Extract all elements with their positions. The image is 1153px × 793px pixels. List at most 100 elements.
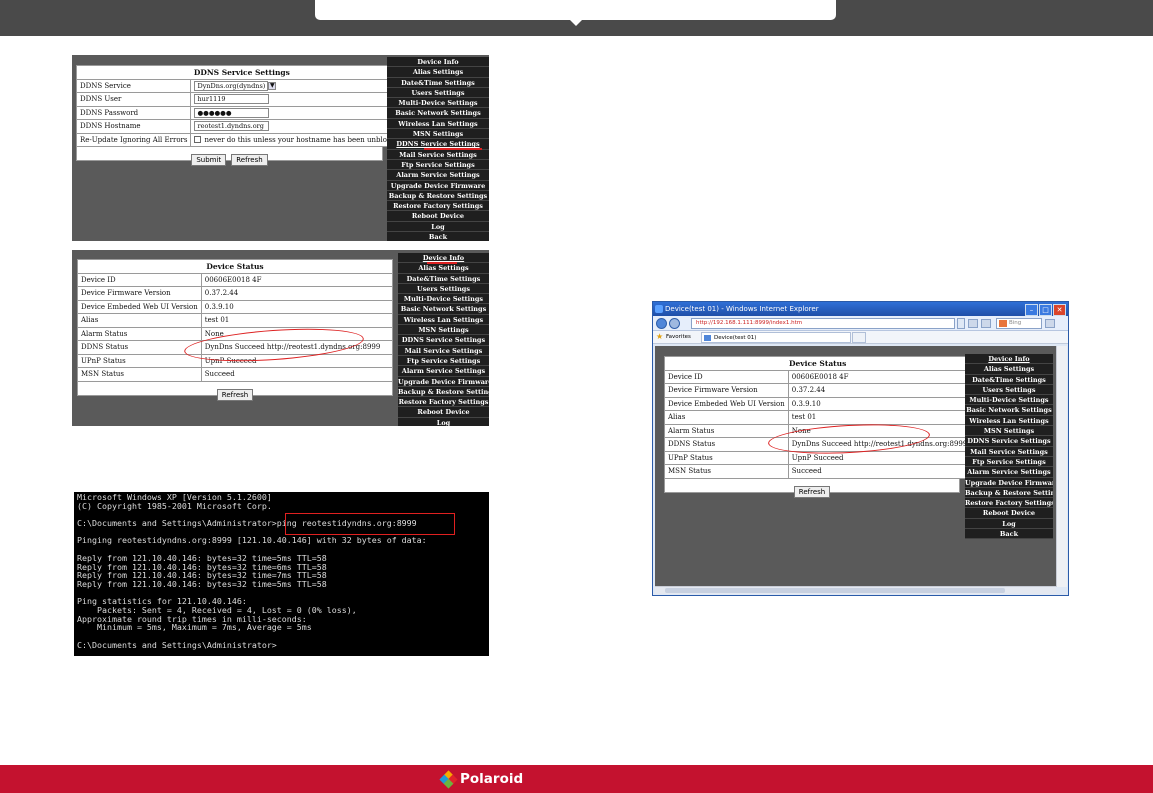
menu-item[interactable]: Upgrade Device Firmware	[398, 377, 489, 387]
menu-item[interactable]: Basic Network Settings	[398, 304, 489, 315]
menu-item[interactable]: Backup & Restore Settings	[387, 191, 489, 202]
menu-item[interactable]: Basic Network Settings	[387, 108, 489, 119]
browser-tab[interactable]: Device(test 01)	[701, 332, 851, 343]
status-value: 00606E0018 4F	[200, 272, 394, 287]
menu-item[interactable]: Mail Service Settings	[398, 346, 489, 356]
address-dropdown[interactable]	[957, 318, 965, 329]
menu-item[interactable]: Basic Network Settings	[965, 405, 1053, 416]
menu-item[interactable]: Upgrade Device Firmware	[387, 181, 489, 191]
menu-item[interactable]: Reboot Device	[398, 407, 489, 418]
menu-item[interactable]: Wireless Lan Settings	[965, 416, 1053, 427]
menu-item[interactable]: Users Settings	[398, 284, 489, 295]
menu-item[interactable]: Device Info	[387, 57, 489, 68]
refresh-icon[interactable]	[968, 319, 978, 328]
menu-item[interactable]: Restore Factory Settings	[398, 397, 489, 408]
vertical-scrollbar[interactable]	[1056, 346, 1067, 587]
menu-item[interactable]: Backup & Restore Settings	[398, 387, 489, 398]
menu-item[interactable]: Alarm Service Settings	[387, 170, 489, 181]
menu-item[interactable]: Upgrade Device Firmware	[965, 478, 1053, 488]
minimize-button[interactable]: –	[1025, 304, 1038, 316]
back-arrow-icon[interactable]	[656, 318, 667, 329]
menu-item[interactable]: Reboot Device	[387, 211, 489, 222]
menu-item[interactable]: Mail Service Settings	[965, 447, 1053, 457]
ddns-password-input[interactable]: ●●●●●●	[194, 107, 270, 118]
menu-item[interactable]: Wireless Lan Settings	[398, 315, 489, 326]
menu-item[interactable]: Alias Settings	[965, 364, 1053, 375]
menu-item[interactable]: DDNS Service Settings	[965, 436, 1053, 447]
top-header-tab	[315, 0, 836, 20]
menu-item[interactable]: MSN Settings	[965, 426, 1053, 437]
menu-item[interactable]: Multi-Device Settings	[398, 294, 489, 305]
menu-item[interactable]: Date&Time Settings	[387, 78, 489, 88]
menu-item[interactable]: MSN Settings	[387, 129, 489, 140]
scrollbar-thumb[interactable]	[665, 588, 1005, 593]
submit-button[interactable]: Submit	[191, 154, 227, 166]
menu-item[interactable]: MSN Settings	[398, 325, 489, 336]
menu-item[interactable]: Device Info	[965, 354, 1053, 365]
search-icon[interactable]	[1045, 319, 1055, 328]
ie-device-status-table: Device Status Device ID 00606E0018 4F Dev…	[663, 356, 972, 479]
menu-item[interactable]: DDNS Service Settings	[398, 335, 489, 346]
console-line: (C) Copyright 1985-2001 Microsoft Corp.	[77, 500, 272, 511]
menu-item[interactable]: Log	[398, 418, 489, 426]
menu-item[interactable]: Date&Time Settings	[965, 375, 1053, 385]
refresh-button[interactable]: Refresh	[231, 154, 268, 166]
maximize-button[interactable]: □	[1039, 304, 1052, 316]
address-input[interactable]: http://192.168.1.111:8999/index1.htm	[691, 318, 955, 329]
ddns-hostname-input[interactable]: reotest1.dyndns.org	[194, 121, 270, 132]
menu-item[interactable]: Wireless Lan Settings	[387, 119, 489, 130]
menu-item[interactable]: Alias Settings	[387, 67, 489, 78]
close-button[interactable]: ✕	[1053, 304, 1066, 316]
menu-item[interactable]: Ftp Service Settings	[387, 160, 489, 171]
horizontal-scrollbar[interactable]	[655, 586, 1056, 594]
new-tab-button[interactable]	[852, 332, 866, 343]
status-label: Device Embeded Web UI Version	[77, 299, 202, 314]
menu-item[interactable]: Back	[965, 529, 1053, 540]
menu-item[interactable]: Users Settings	[965, 385, 1053, 396]
favorites-link[interactable]: Favorites	[666, 331, 691, 343]
menu-item[interactable]: Multi-Device Settings	[387, 98, 489, 109]
menu-item[interactable]: Restore Factory Settings	[387, 201, 489, 212]
menu-item[interactable]: Ftp Service Settings	[965, 457, 1053, 468]
menu-item[interactable]: Alarm Service Settings	[398, 366, 489, 377]
ddns-service-select[interactable]: DynDns.org(dyndns)	[194, 80, 269, 91]
status-value: 0.3.9.10	[787, 396, 972, 411]
search-input[interactable]: Bing	[996, 318, 1042, 329]
menu-item[interactable]: Mail Service Settings	[387, 150, 489, 160]
menu-item[interactable]: Log	[965, 519, 1053, 530]
ie-side-menu: Device Info Alias Settings Date&Time Setti…	[965, 354, 1053, 540]
status-value: test 01	[200, 313, 394, 328]
status-label: Device ID	[77, 272, 202, 287]
refresh-button[interactable]: Refresh	[216, 388, 254, 401]
menu-item[interactable]: Backup & Restore Settings	[965, 488, 1053, 499]
bing-icon	[999, 320, 1007, 327]
menu-item[interactable]: Back	[387, 232, 489, 241]
browser-titlebar: Device(test 01) - Windows Internet Explo…	[653, 302, 1068, 316]
menu-item[interactable]: Date&Time Settings	[398, 274, 489, 284]
menu-item[interactable]: Users Settings	[387, 88, 489, 99]
ddns-user-input[interactable]: hur1119	[194, 94, 270, 105]
status-label: MSN Status	[664, 464, 789, 479]
status-label: UPnP Status	[77, 353, 202, 368]
polaroid-logo: Polaroid	[439, 770, 532, 789]
address-bar-row: http://192.168.1.111:8999/index1.htm Bin…	[653, 316, 1068, 331]
menu-item[interactable]: Ftp Service Settings	[398, 356, 489, 367]
menu-item[interactable]: Log	[387, 222, 489, 233]
status-value: Succeed	[787, 464, 972, 479]
device-status-screenshot: Device Status Device ID 00606E0018 4F Dev…	[72, 250, 489, 426]
chevron-down-icon[interactable]: ▼	[268, 81, 277, 90]
selected-menu-underline	[424, 148, 482, 150]
favorites-star-icon[interactable]: ★	[656, 333, 663, 341]
stop-icon[interactable]	[981, 319, 991, 328]
reupdate-checkbox[interactable]	[194, 136, 202, 144]
menu-item[interactable]: Multi-Device Settings	[965, 395, 1053, 406]
refresh-button[interactable]: Refresh	[793, 485, 831, 498]
menu-item[interactable]: Alias Settings	[398, 263, 489, 274]
menu-item[interactable]: Reboot Device	[965, 508, 1053, 519]
forward-arrow-icon[interactable]	[669, 318, 680, 329]
menu-item[interactable]: Restore Factory Settings	[965, 498, 1053, 509]
console-line: Reply from 121.10.40.146: bytes=32 time=…	[77, 578, 327, 589]
status-value: 00606E0018 4F	[787, 369, 972, 384]
menu-item[interactable]: Alarm Service Settings	[965, 467, 1053, 478]
search-placeholder: Bing	[1009, 320, 1022, 326]
